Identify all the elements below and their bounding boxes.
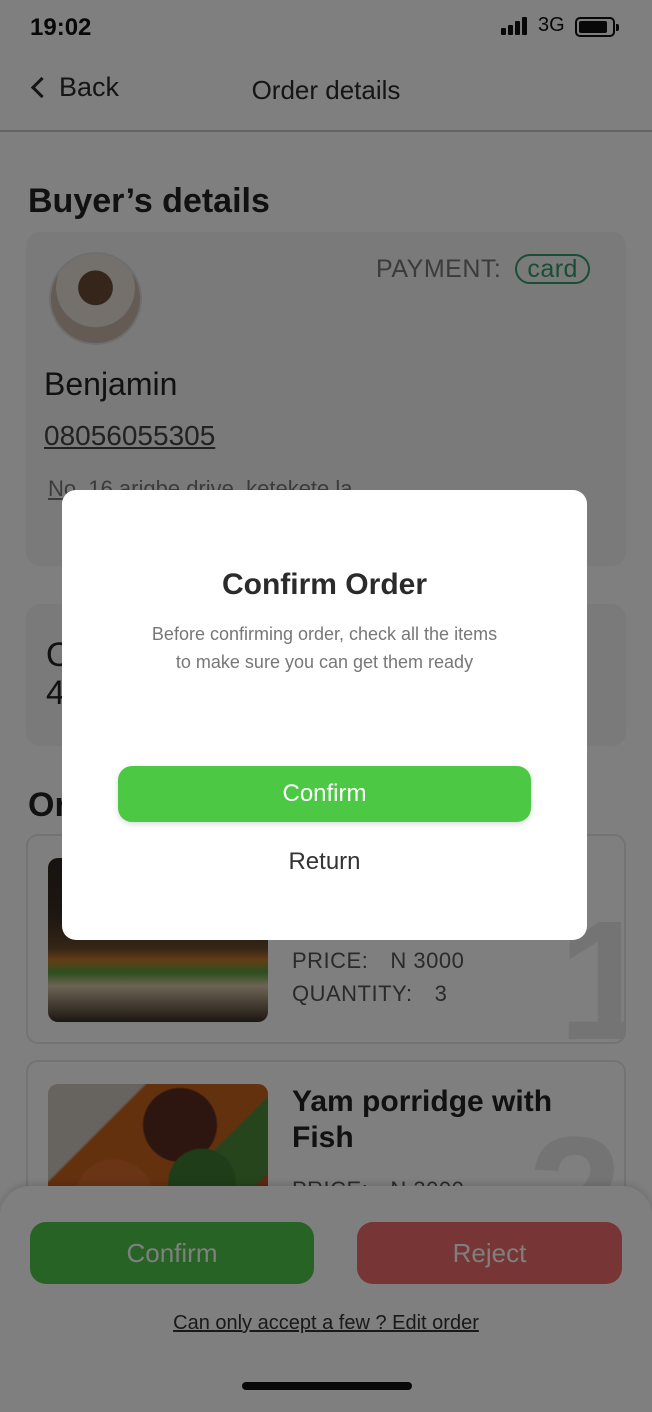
dialog-title: Confirm Order — [221, 568, 428, 601]
dialog-return-button[interactable]: Return — [62, 848, 587, 876]
dialog-message: Before confirming order, check all the i… — [151, 624, 498, 672]
dialog-confirm-button[interactable]: Confirm — [118, 766, 531, 822]
confirm-order-dialog: Confirm Order Before confirming order, c… — [62, 490, 587, 940]
